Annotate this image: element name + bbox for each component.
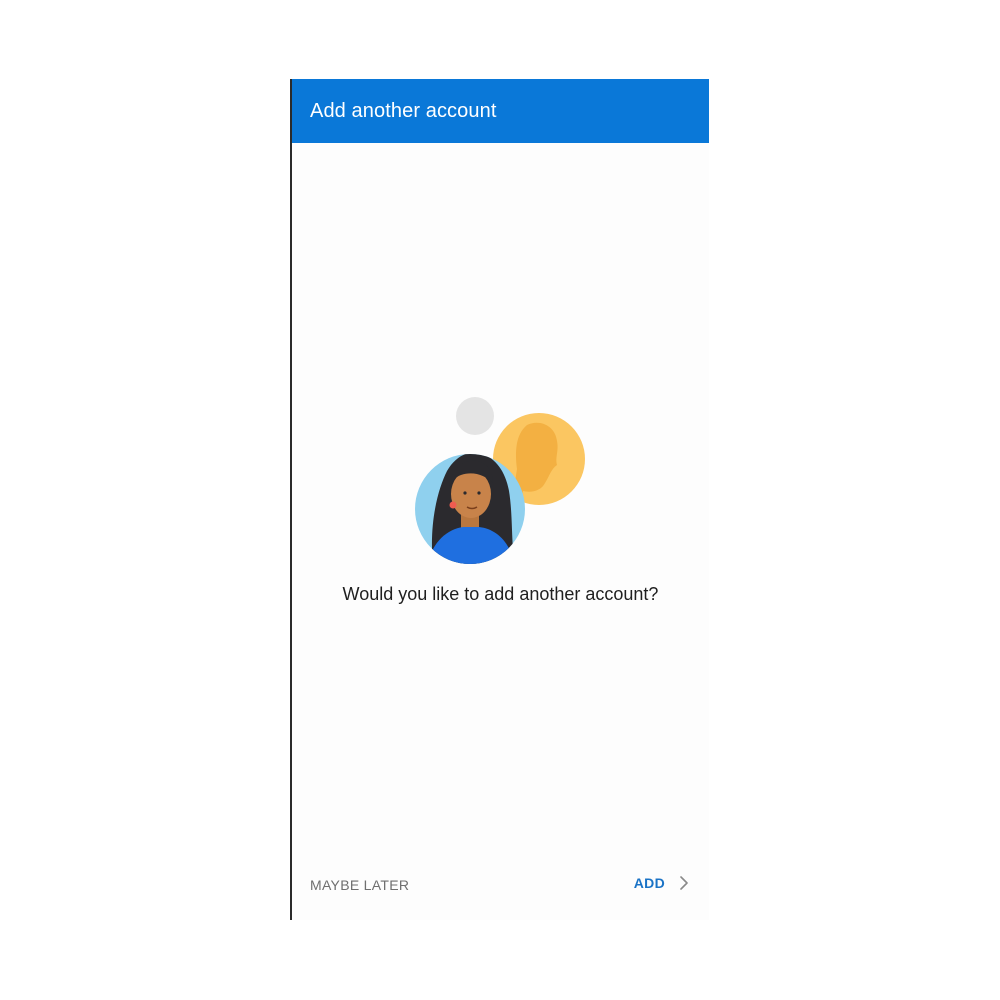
app-window: Add another account Would you like to ad… [290,79,709,920]
add-button-label: ADD [633,875,665,891]
footer-actions: MAYBE LATER ADD [292,875,709,899]
maybe-later-button[interactable]: MAYBE LATER [310,877,409,893]
chevron-right-icon [680,876,688,890]
add-account-prompt: Would you like to add another account? [342,584,659,604]
account-avatars-illustration [415,397,585,564]
add-button[interactable]: ADD [634,875,689,891]
page-title: Add another account [310,99,497,122]
placeholder-avatar-icon [456,397,494,435]
screen: Add another account Would you like to ad… [0,0,1000,1000]
app-bar: Add another account [292,79,709,143]
